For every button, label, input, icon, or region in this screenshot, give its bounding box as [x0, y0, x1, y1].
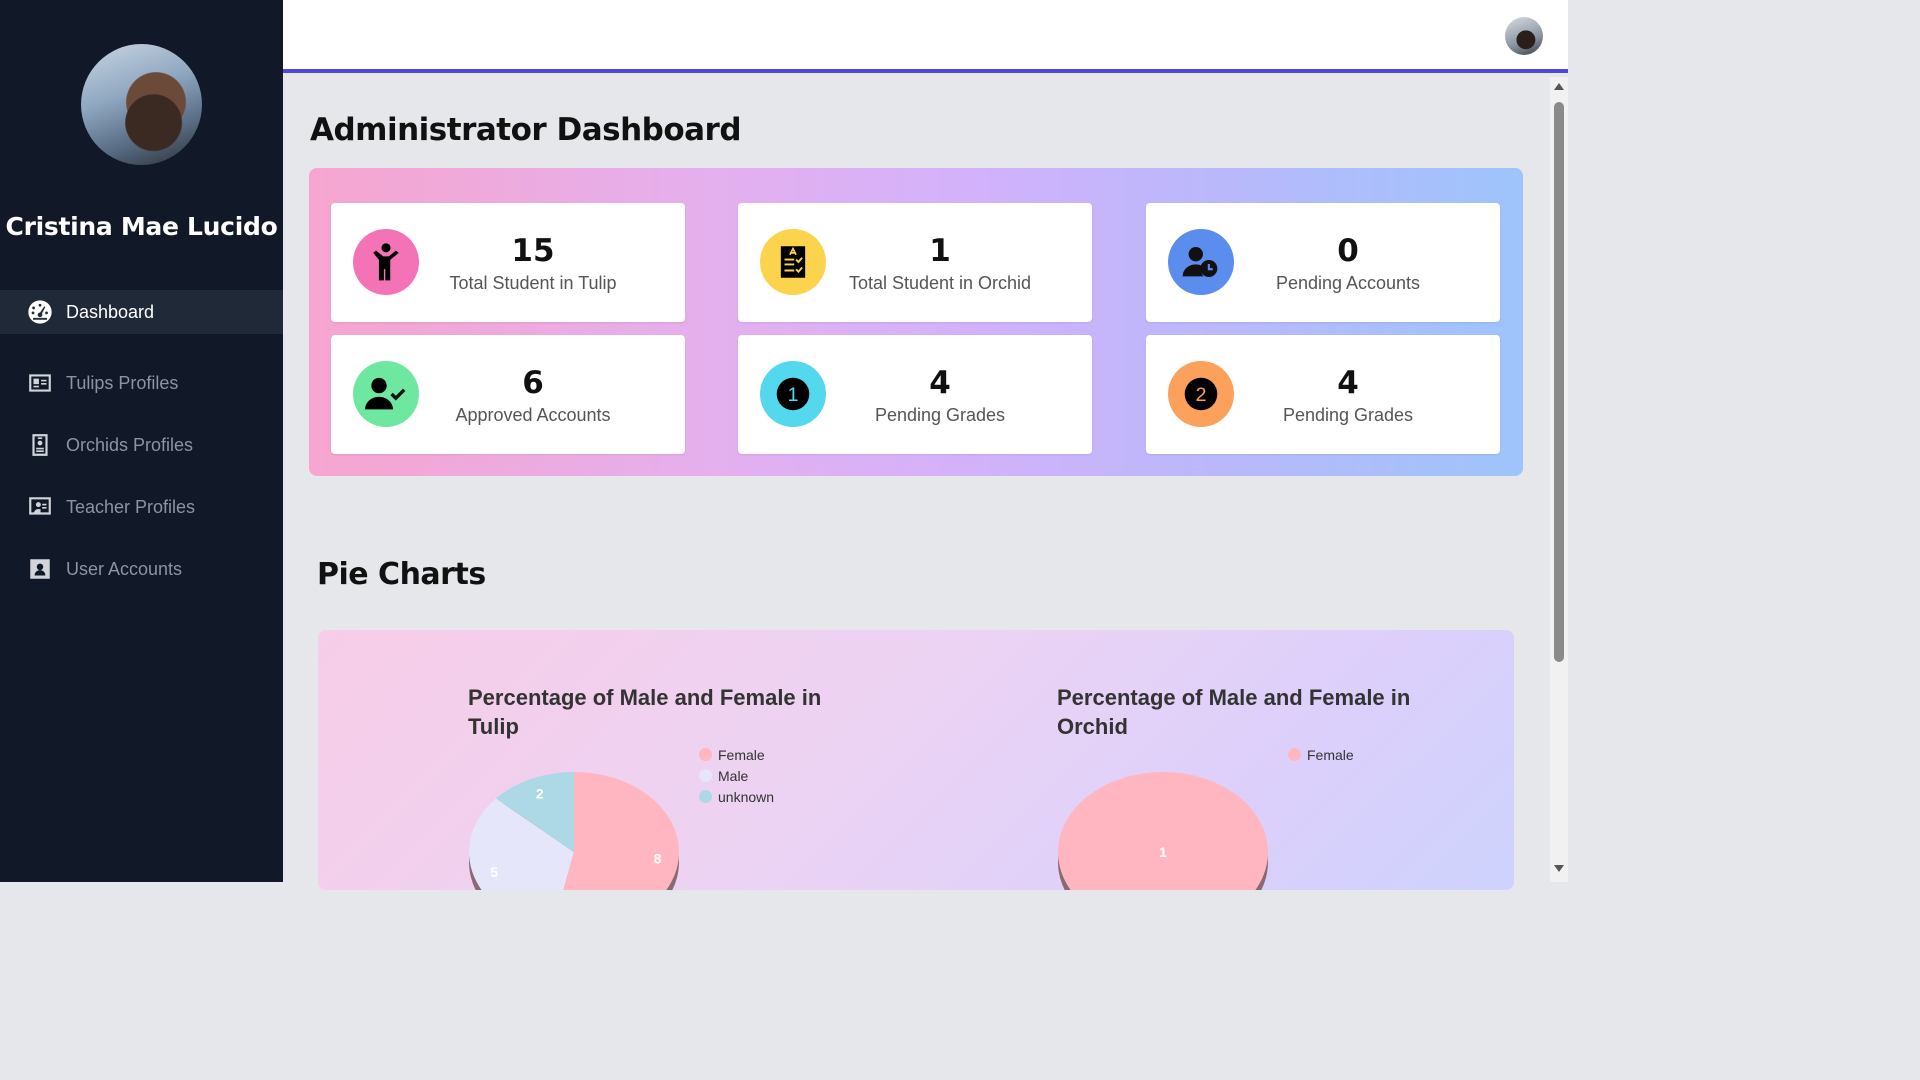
- pie-chart-orchid: 1: [1058, 772, 1268, 890]
- legend-dot: [699, 790, 712, 803]
- profile-name: Cristina Mae Lucido: [5, 212, 278, 241]
- legend-dot: [699, 769, 712, 782]
- chart-title-tulip: Percentage of Male and Female in Tulip: [468, 685, 822, 739]
- legend-item[interactable]: Female: [699, 744, 774, 765]
- profile-photo: [81, 44, 202, 165]
- stat-label: Total Student in Orchid: [848, 273, 1032, 293]
- sidebar-item-label: User Accounts: [66, 558, 183, 579]
- svg-text:1: 1: [787, 384, 798, 406]
- user-check-icon: [353, 361, 419, 427]
- legend-label: Female: [718, 746, 765, 763]
- legend-dot: [1288, 748, 1301, 761]
- legend-item[interactable]: Male: [699, 765, 774, 786]
- stat-card-pending-accounts[interactable]: 0 Pending Accounts: [1146, 203, 1500, 322]
- stat-label: Pending Grades: [1282, 405, 1414, 425]
- chart-legend-tulip: Female Male unknown: [699, 744, 774, 807]
- svg-text:2: 2: [1195, 384, 1206, 406]
- pie-data-label: 5: [490, 864, 498, 880]
- stat-label: Approved Accounts: [455, 405, 611, 425]
- stat-card-total-orchid[interactable]: 1 Total Student in Orchid: [738, 203, 1092, 322]
- sidebar-item-user-accounts[interactable]: User Accounts: [0, 538, 283, 600]
- legend-label: unknown: [718, 788, 775, 805]
- sidebar-item-orchids-profiles[interactable]: Orchids Profiles: [0, 414, 283, 476]
- pie-chart-tulip: 8 5 2: [469, 772, 679, 890]
- sidebar-item-label: Teacher Profiles: [66, 496, 196, 517]
- pie-slice-female[interactable]: [1058, 772, 1268, 890]
- child-icon: [353, 229, 419, 295]
- stat-card-approved-accounts[interactable]: 6 Approved Accounts: [331, 335, 685, 454]
- stat-label: Pending Grades: [874, 405, 1006, 425]
- pie-data-label: 2: [536, 786, 544, 802]
- sidebar-item-label: Dashboard: [66, 301, 155, 322]
- stat-value: 15: [511, 233, 555, 269]
- scrollbar-thumb[interactable]: [1554, 102, 1564, 662]
- stat-card-total-tulip[interactable]: 15 Total Student in Tulip: [331, 203, 685, 322]
- page-title: Administrator Dashboard: [310, 112, 742, 148]
- stat-label: Pending Accounts: [1275, 273, 1421, 293]
- user-avatar[interactable]: [1505, 17, 1543, 55]
- stat-card-pending-grades-2[interactable]: 2 4 Pending Grades: [1146, 335, 1500, 454]
- user-square-icon: [26, 555, 54, 583]
- legend-label: Female: [1307, 746, 1354, 763]
- stats-panel: 15 Total Student in Tulip 1 Total Studen…: [309, 168, 1523, 476]
- chart-legend-orchid: Female: [1288, 744, 1354, 765]
- stat-value: 4: [1337, 365, 1359, 401]
- id-badge-icon: [26, 431, 54, 459]
- number-one-icon: 1: [760, 361, 826, 427]
- pie-data-label: 1: [1159, 844, 1167, 860]
- scroll-up-arrow-icon[interactable]: [1554, 83, 1564, 90]
- number-two-icon: 2: [1168, 361, 1234, 427]
- legend-dot: [699, 748, 712, 761]
- stat-card-pending-grades-1[interactable]: 1 4 Pending Grades: [738, 335, 1092, 454]
- legend-item[interactable]: Female: [1288, 744, 1354, 765]
- stat-value: 4: [929, 365, 951, 401]
- chart-title-orchid: Percentage of Male and Female in Orchid: [1057, 685, 1411, 739]
- vertical-scrollbar[interactable]: [1550, 77, 1568, 882]
- sidebar-item-label: Orchids Profiles: [66, 434, 194, 455]
- pie-charts-panel: Percentage of Male and Female in Tulip F…: [318, 630, 1514, 890]
- section-title: Pie Charts: [317, 557, 486, 592]
- chalkboard-teacher-icon: [26, 493, 54, 521]
- id-card-icon: [26, 369, 54, 397]
- clipboard-check-icon: [760, 229, 826, 295]
- sidebar-nav: Dashboard Tulips Profiles Orchids Profil…: [0, 290, 283, 600]
- legend-item[interactable]: unknown: [699, 786, 774, 807]
- stat-value: 6: [522, 365, 544, 401]
- stat-value: 0: [1337, 233, 1359, 269]
- user-clock-icon: [1168, 229, 1234, 295]
- gauge-icon: [26, 298, 54, 326]
- stat-value: 1: [929, 233, 951, 269]
- scroll-down-arrow-icon[interactable]: [1554, 865, 1564, 872]
- legend-label: Male: [718, 767, 749, 784]
- sidebar-item-label: Tulips Profiles: [66, 372, 179, 393]
- sidebar-item-tulips-profiles[interactable]: Tulips Profiles: [0, 352, 283, 414]
- sidebar-item-teacher-profiles[interactable]: Teacher Profiles: [0, 476, 283, 538]
- sidebar-item-dashboard[interactable]: Dashboard: [0, 290, 283, 334]
- sidebar: Cristina Mae Lucido Dashboard Tulips Pro…: [0, 0, 283, 882]
- pie-data-label: 8: [654, 851, 662, 867]
- top-bar: [283, 0, 1568, 73]
- stat-label: Total Student in Tulip: [449, 273, 617, 293]
